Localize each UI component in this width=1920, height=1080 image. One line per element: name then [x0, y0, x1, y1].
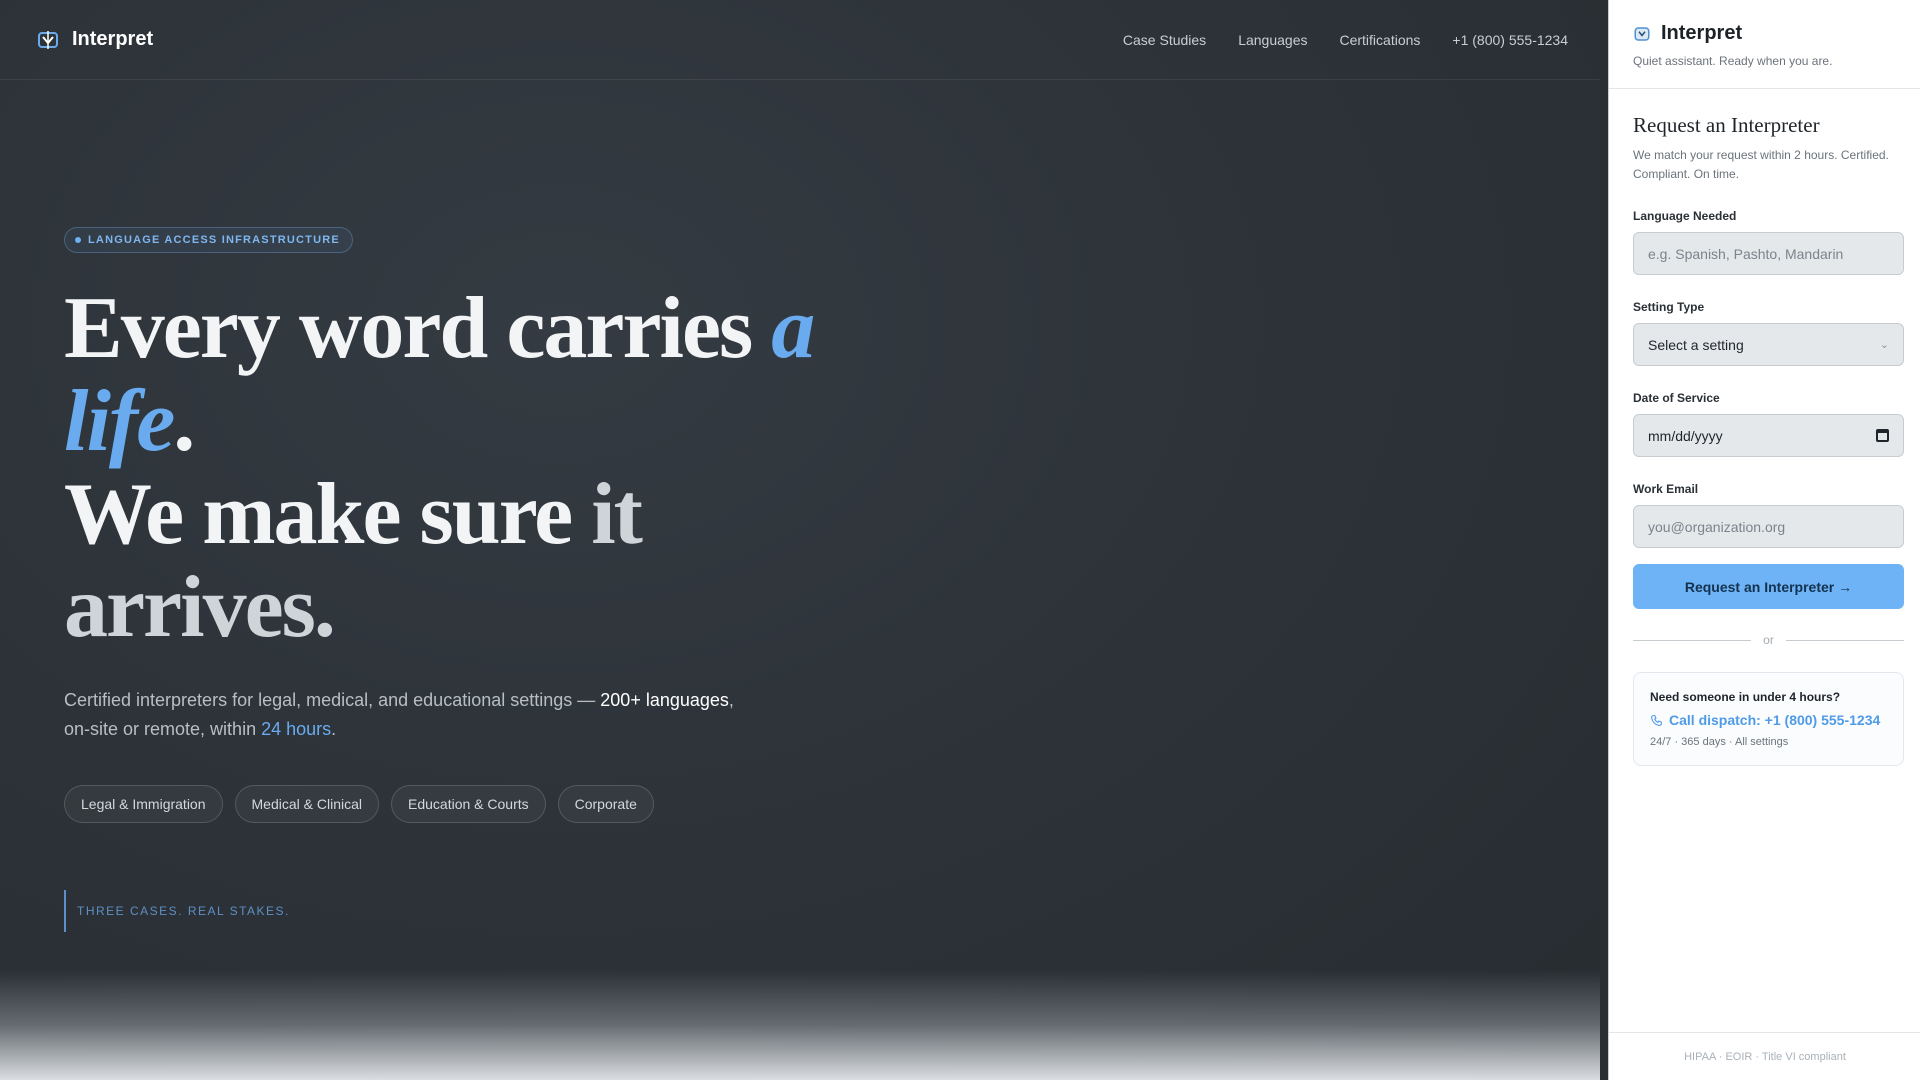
badge-dot-icon — [75, 237, 81, 243]
interpret-logo-icon — [38, 30, 58, 49]
tag-corporate[interactable]: Corporate — [557, 785, 654, 823]
brand-name: Interpret — [72, 28, 154, 50]
compliance-text: HIPAA · EOIR · Title VI compliant — [1684, 1050, 1846, 1063]
sub-strong: 200+ languages — [600, 690, 729, 710]
nav-links: Case Studies Languages Certifications +1… — [1123, 32, 1568, 48]
form-title: Request an Interpreter — [1633, 113, 1820, 137]
request-form: Request an Interpreter We match your req… — [1609, 89, 1920, 766]
cases-label: THREE CASES. REAL STAKES. — [64, 890, 290, 932]
eyebrow-badge: LANGUAGE ACCESS INFRASTRUCTURE — [64, 227, 353, 253]
top-navigation: Interpret Case Studies Languages Certifi… — [0, 0, 1600, 80]
language-label: Language Needed — [1633, 209, 1737, 223]
setting-tags: Legal & Immigration Medical & Clinical E… — [64, 785, 654, 823]
dispatch-meta: 24/7 · 365 days · All settings — [1650, 736, 1789, 748]
date-placeholder: mm/dd/yyyy — [1648, 427, 1723, 444]
dispatch-question: Need someone in under 4 hours? — [1650, 690, 1841, 704]
eyebrow-text: LANGUAGE ACCESS INFRASTRUCTURE — [88, 234, 340, 246]
email-label: Work Email — [1633, 482, 1699, 496]
email-input[interactable]: you@organization.org — [1633, 505, 1904, 548]
cases-label-text: THREE CASES. REAL STAKES. — [77, 904, 290, 918]
nav-link-languages[interactable]: Languages — [1238, 32, 1307, 48]
language-input[interactable]: e.g. Spanish, Pashto, Mandarin — [1633, 232, 1904, 275]
bottom-fade — [0, 970, 1600, 1080]
sub-link[interactable]: 24 hours — [261, 719, 331, 739]
or-divider: or — [1633, 633, 1905, 647]
setting-label: Setting Type — [1633, 300, 1705, 314]
request-interpreter-button[interactable]: Request an Interpreter → — [1633, 564, 1904, 609]
panel-tagline: Quiet assistant. Ready when you are. — [1633, 54, 1833, 68]
tag-medical[interactable]: Medical & Clinical — [234, 785, 379, 823]
nav-link-certifications[interactable]: Certifications — [1339, 32, 1420, 48]
divider-text: or — [1763, 633, 1774, 647]
calendar-icon[interactable] — [1876, 429, 1889, 442]
interpret-logo-icon — [1634, 26, 1650, 41]
nav-link-case-studies[interactable]: Case Studies — [1123, 32, 1206, 48]
headline-part1: Every word carries — [64, 280, 772, 377]
headline-period2: . — [313, 559, 336, 656]
panel-brand: Interpret — [1633, 22, 1896, 45]
date-label: Date of Service — [1633, 391, 1720, 405]
panel-title: Interpret — [1661, 22, 1743, 44]
divider-line-right — [1785, 639, 1905, 641]
tag-legal[interactable]: Legal & Immigration — [64, 785, 223, 823]
panel-header: Interpret Quiet assistant. Ready when yo… — [1609, 0, 1920, 89]
divider-line-left — [1633, 639, 1752, 641]
sub-text1: Certified interpreters for legal, medica… — [64, 690, 601, 710]
call-dispatch-link[interactable]: Call dispatch: +1 (800) 555-1234 — [1650, 712, 1887, 728]
setting-select[interactable]: Select a setting ⌄ — [1633, 323, 1904, 366]
date-input[interactable]: mm/dd/yyyy — [1633, 414, 1904, 457]
phone-icon — [1651, 714, 1662, 726]
email-placeholder: you@organization.org — [1648, 518, 1786, 535]
setting-value: Select a setting — [1648, 336, 1744, 353]
hero-subheading: Certified interpreters for legal, medica… — [64, 686, 764, 744]
hero-headline: Every word carries a life. We make sure … — [64, 282, 824, 654]
form-description: We match your request within 2 hours. Ce… — [1633, 148, 1889, 181]
chevron-down-icon: ⌄ — [1879, 339, 1889, 351]
request-panel: Interpret Quiet assistant. Ready when yo… — [1608, 0, 1920, 1080]
headline-period1: . — [173, 373, 195, 470]
tag-education[interactable]: Education & Courts — [391, 785, 546, 823]
sub-text3: . — [331, 719, 337, 739]
nav-link-phone[interactable]: +1 (800) 555-1234 — [1452, 32, 1568, 48]
dispatch-card: Need someone in under 4 hours? Call disp… — [1633, 672, 1904, 766]
language-placeholder: e.g. Spanish, Pashto, Mandarin — [1648, 245, 1844, 262]
hero-section: Interpret Case Studies Languages Certifi… — [0, 0, 1600, 1080]
call-dispatch-text: Call dispatch: +1 (800) 555-1234 — [1669, 712, 1881, 728]
headline-part2: We make sure — [64, 466, 592, 563]
brand[interactable]: Interpret — [36, 28, 153, 52]
compliance-footer: HIPAA · EOIR · Title VI compliant — [1609, 1032, 1920, 1080]
